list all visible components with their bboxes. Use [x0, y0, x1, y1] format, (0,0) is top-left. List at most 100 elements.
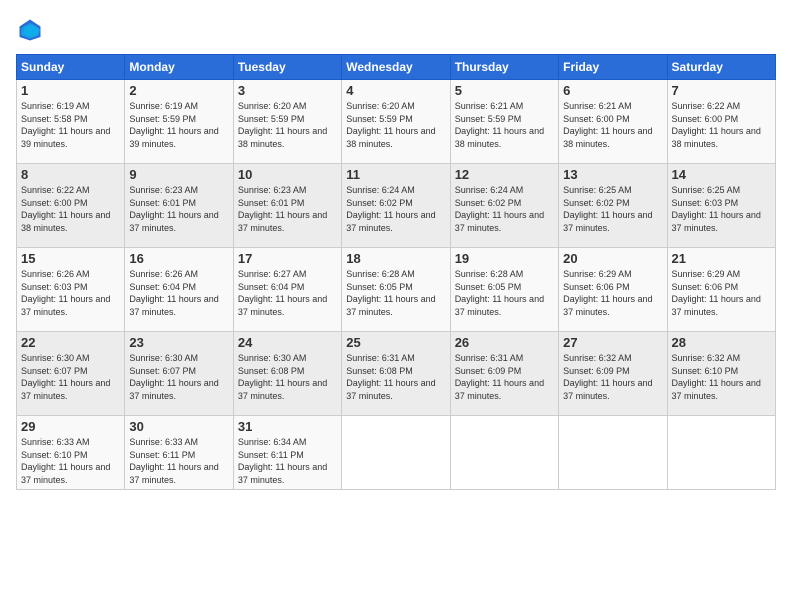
day-number: 17 — [238, 251, 337, 266]
calendar-header-sunday: Sunday — [17, 55, 125, 80]
day-info: Sunrise: 6:30 AM Sunset: 6:07 PM Dayligh… — [21, 352, 120, 402]
day-info: Sunrise: 6:24 AM Sunset: 6:02 PM Dayligh… — [346, 184, 445, 234]
day-number: 16 — [129, 251, 228, 266]
day-number: 29 — [21, 419, 120, 434]
day-info: Sunrise: 6:22 AM Sunset: 6:00 PM Dayligh… — [672, 100, 771, 150]
day-info: Sunrise: 6:32 AM Sunset: 6:10 PM Dayligh… — [672, 352, 771, 402]
day-number: 25 — [346, 335, 445, 350]
day-info: Sunrise: 6:27 AM Sunset: 6:04 PM Dayligh… — [238, 268, 337, 318]
day-info: Sunrise: 6:21 AM Sunset: 5:59 PM Dayligh… — [455, 100, 554, 150]
day-number: 11 — [346, 167, 445, 182]
calendar-cell: 30 Sunrise: 6:33 AM Sunset: 6:11 PM Dayl… — [125, 416, 233, 490]
day-number: 18 — [346, 251, 445, 266]
calendar-cell: 16 Sunrise: 6:26 AM Sunset: 6:04 PM Dayl… — [125, 248, 233, 332]
day-number: 12 — [455, 167, 554, 182]
day-info: Sunrise: 6:28 AM Sunset: 6:05 PM Dayligh… — [455, 268, 554, 318]
day-number: 9 — [129, 167, 228, 182]
calendar-cell: 20 Sunrise: 6:29 AM Sunset: 6:06 PM Dayl… — [559, 248, 667, 332]
calendar-header-saturday: Saturday — [667, 55, 775, 80]
page: SundayMondayTuesdayWednesdayThursdayFrid… — [0, 0, 792, 612]
day-number: 31 — [238, 419, 337, 434]
calendar-cell — [342, 416, 450, 490]
day-info: Sunrise: 6:25 AM Sunset: 6:02 PM Dayligh… — [563, 184, 662, 234]
calendar-cell: 13 Sunrise: 6:25 AM Sunset: 6:02 PM Dayl… — [559, 164, 667, 248]
day-info: Sunrise: 6:21 AM Sunset: 6:00 PM Dayligh… — [563, 100, 662, 150]
calendar-cell: 3 Sunrise: 6:20 AM Sunset: 5:59 PM Dayli… — [233, 80, 341, 164]
day-info: Sunrise: 6:30 AM Sunset: 6:08 PM Dayligh… — [238, 352, 337, 402]
calendar-header-wednesday: Wednesday — [342, 55, 450, 80]
day-info: Sunrise: 6:31 AM Sunset: 6:08 PM Dayligh… — [346, 352, 445, 402]
calendar-cell: 24 Sunrise: 6:30 AM Sunset: 6:08 PM Dayl… — [233, 332, 341, 416]
day-number: 8 — [21, 167, 120, 182]
day-info: Sunrise: 6:20 AM Sunset: 5:59 PM Dayligh… — [346, 100, 445, 150]
calendar-cell: 1 Sunrise: 6:19 AM Sunset: 5:58 PM Dayli… — [17, 80, 125, 164]
calendar-header-thursday: Thursday — [450, 55, 558, 80]
calendar-cell: 22 Sunrise: 6:30 AM Sunset: 6:07 PM Dayl… — [17, 332, 125, 416]
day-number: 30 — [129, 419, 228, 434]
calendar-cell: 21 Sunrise: 6:29 AM Sunset: 6:06 PM Dayl… — [667, 248, 775, 332]
calendar-week-row: 1 Sunrise: 6:19 AM Sunset: 5:58 PM Dayli… — [17, 80, 776, 164]
calendar-header-friday: Friday — [559, 55, 667, 80]
day-info: Sunrise: 6:20 AM Sunset: 5:59 PM Dayligh… — [238, 100, 337, 150]
calendar-cell: 14 Sunrise: 6:25 AM Sunset: 6:03 PM Dayl… — [667, 164, 775, 248]
day-info: Sunrise: 6:23 AM Sunset: 6:01 PM Dayligh… — [129, 184, 228, 234]
day-number: 14 — [672, 167, 771, 182]
logo-icon — [16, 16, 44, 44]
day-number: 4 — [346, 83, 445, 98]
calendar-cell: 27 Sunrise: 6:32 AM Sunset: 6:09 PM Dayl… — [559, 332, 667, 416]
day-number: 10 — [238, 167, 337, 182]
day-number: 27 — [563, 335, 662, 350]
calendar-cell: 26 Sunrise: 6:31 AM Sunset: 6:09 PM Dayl… — [450, 332, 558, 416]
day-info: Sunrise: 6:34 AM Sunset: 6:11 PM Dayligh… — [238, 436, 337, 486]
day-number: 15 — [21, 251, 120, 266]
calendar-cell: 4 Sunrise: 6:20 AM Sunset: 5:59 PM Dayli… — [342, 80, 450, 164]
calendar-cell: 9 Sunrise: 6:23 AM Sunset: 6:01 PM Dayli… — [125, 164, 233, 248]
calendar-cell: 2 Sunrise: 6:19 AM Sunset: 5:59 PM Dayli… — [125, 80, 233, 164]
day-info: Sunrise: 6:22 AM Sunset: 6:00 PM Dayligh… — [21, 184, 120, 234]
day-info: Sunrise: 6:23 AM Sunset: 6:01 PM Dayligh… — [238, 184, 337, 234]
day-info: Sunrise: 6:29 AM Sunset: 6:06 PM Dayligh… — [672, 268, 771, 318]
calendar-header-tuesday: Tuesday — [233, 55, 341, 80]
day-number: 3 — [238, 83, 337, 98]
calendar-header-row: SundayMondayTuesdayWednesdayThursdayFrid… — [17, 55, 776, 80]
day-number: 2 — [129, 83, 228, 98]
calendar-cell: 28 Sunrise: 6:32 AM Sunset: 6:10 PM Dayl… — [667, 332, 775, 416]
calendar-cell: 12 Sunrise: 6:24 AM Sunset: 6:02 PM Dayl… — [450, 164, 558, 248]
calendar-cell: 10 Sunrise: 6:23 AM Sunset: 6:01 PM Dayl… — [233, 164, 341, 248]
day-number: 7 — [672, 83, 771, 98]
day-info: Sunrise: 6:31 AM Sunset: 6:09 PM Dayligh… — [455, 352, 554, 402]
calendar-cell: 5 Sunrise: 6:21 AM Sunset: 5:59 PM Dayli… — [450, 80, 558, 164]
calendar-cell — [559, 416, 667, 490]
calendar-week-row: 15 Sunrise: 6:26 AM Sunset: 6:03 PM Dayl… — [17, 248, 776, 332]
day-number: 19 — [455, 251, 554, 266]
day-info: Sunrise: 6:19 AM Sunset: 5:58 PM Dayligh… — [21, 100, 120, 150]
day-info: Sunrise: 6:19 AM Sunset: 5:59 PM Dayligh… — [129, 100, 228, 150]
calendar-cell — [667, 416, 775, 490]
day-number: 22 — [21, 335, 120, 350]
day-info: Sunrise: 6:30 AM Sunset: 6:07 PM Dayligh… — [129, 352, 228, 402]
day-number: 6 — [563, 83, 662, 98]
calendar-week-row: 8 Sunrise: 6:22 AM Sunset: 6:00 PM Dayli… — [17, 164, 776, 248]
calendar-cell: 23 Sunrise: 6:30 AM Sunset: 6:07 PM Dayl… — [125, 332, 233, 416]
calendar-cell: 29 Sunrise: 6:33 AM Sunset: 6:10 PM Dayl… — [17, 416, 125, 490]
day-info: Sunrise: 6:25 AM Sunset: 6:03 PM Dayligh… — [672, 184, 771, 234]
day-info: Sunrise: 6:29 AM Sunset: 6:06 PM Dayligh… — [563, 268, 662, 318]
day-info: Sunrise: 6:24 AM Sunset: 6:02 PM Dayligh… — [455, 184, 554, 234]
calendar-week-row: 22 Sunrise: 6:30 AM Sunset: 6:07 PM Dayl… — [17, 332, 776, 416]
logo — [16, 16, 48, 44]
day-number: 28 — [672, 335, 771, 350]
day-number: 1 — [21, 83, 120, 98]
calendar-cell — [450, 416, 558, 490]
calendar-cell: 11 Sunrise: 6:24 AM Sunset: 6:02 PM Dayl… — [342, 164, 450, 248]
calendar-cell: 6 Sunrise: 6:21 AM Sunset: 6:00 PM Dayli… — [559, 80, 667, 164]
calendar-cell: 25 Sunrise: 6:31 AM Sunset: 6:08 PM Dayl… — [342, 332, 450, 416]
day-info: Sunrise: 6:26 AM Sunset: 6:03 PM Dayligh… — [21, 268, 120, 318]
calendar-cell: 31 Sunrise: 6:34 AM Sunset: 6:11 PM Dayl… — [233, 416, 341, 490]
calendar-week-row: 29 Sunrise: 6:33 AM Sunset: 6:10 PM Dayl… — [17, 416, 776, 490]
day-info: Sunrise: 6:28 AM Sunset: 6:05 PM Dayligh… — [346, 268, 445, 318]
calendar-cell: 18 Sunrise: 6:28 AM Sunset: 6:05 PM Dayl… — [342, 248, 450, 332]
day-number: 21 — [672, 251, 771, 266]
day-number: 24 — [238, 335, 337, 350]
day-info: Sunrise: 6:26 AM Sunset: 6:04 PM Dayligh… — [129, 268, 228, 318]
day-number: 26 — [455, 335, 554, 350]
